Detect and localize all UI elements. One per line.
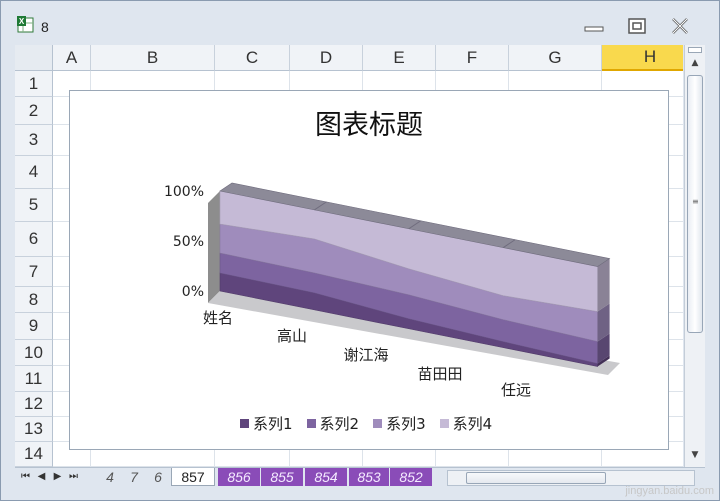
column-header-e[interactable]: E: [363, 45, 436, 71]
title-bar: X 8: [1, 1, 719, 43]
category-label: 任远: [501, 381, 531, 399]
split-box[interactable]: [688, 47, 702, 53]
restore-icon: [628, 18, 646, 34]
sheet-tab[interactable]: 854: [305, 468, 347, 486]
excel-icon[interactable]: X: [17, 16, 35, 34]
category-label: 姓名: [203, 309, 233, 327]
row-header-13[interactable]: 13: [15, 417, 53, 442]
minimize-button[interactable]: [579, 13, 609, 39]
minimize-icon: [584, 26, 604, 32]
row-header-4[interactable]: 4: [15, 156, 53, 189]
legend-swatch: [373, 419, 383, 428]
legend-label: 系列4: [452, 415, 493, 433]
category-label: 谢江海: [343, 346, 388, 364]
next-sheet-icon[interactable]: ▶: [51, 471, 64, 482]
last-sheet-icon[interactable]: ⏭: [67, 471, 80, 482]
vertical-scrollbar[interactable]: ▲ ≡ ▼: [684, 45, 705, 467]
row-header-2[interactable]: 2: [15, 97, 53, 125]
scroll-down-arrow-icon[interactable]: ▼: [688, 449, 702, 461]
column-header-d[interactable]: D: [290, 45, 363, 71]
row-header-3[interactable]: 3: [15, 125, 53, 156]
chart-plot[interactable]: 0% 50% 100% 姓名高山谢江海苗田田任远: [70, 91, 670, 411]
y-tick-label: 0%: [182, 284, 204, 300]
chart-legend[interactable]: 系列1 系列2 系列3 系列4: [240, 413, 492, 434]
row-header-5[interactable]: 5: [15, 189, 53, 222]
first-sheet-icon[interactable]: ⏮: [19, 471, 32, 482]
legend-item[interactable]: 系列3: [373, 413, 426, 434]
sheet-tab[interactable]: 4: [99, 468, 121, 486]
side-wall: [208, 191, 220, 303]
row-header-1[interactable]: 1: [15, 71, 53, 97]
row-header-6[interactable]: 6: [15, 222, 53, 257]
legend-swatch: [240, 419, 249, 428]
column-header-g[interactable]: G: [509, 45, 602, 71]
sheet-tab[interactable]: 855: [261, 468, 303, 486]
row-header-8[interactable]: 8: [15, 287, 53, 313]
row-header-12[interactable]: 12: [15, 392, 53, 417]
column-header-h[interactable]: H: [602, 45, 683, 71]
legend-swatch: [439, 419, 449, 428]
legend-item[interactable]: 系列4: [439, 413, 493, 434]
close-button[interactable]: [665, 13, 695, 39]
select-all-corner[interactable]: [15, 45, 53, 71]
row-header-10[interactable]: 10: [15, 340, 53, 366]
row-header-7[interactable]: 7: [15, 257, 53, 287]
sheet-tab[interactable]: 853: [349, 468, 389, 486]
sheet-tab[interactable]: 852: [390, 468, 432, 486]
row-header-14[interactable]: 14: [15, 442, 53, 467]
restore-button[interactable]: [622, 13, 652, 39]
column-header-c[interactable]: C: [215, 45, 290, 71]
watermark: jingyan.baidu.com: [625, 485, 714, 497]
legend-label: 系列1: [253, 415, 293, 433]
sheet-tab[interactable]: 856: [218, 468, 260, 486]
close-icon: [672, 18, 688, 34]
sheet-tab[interactable]: 6: [147, 468, 169, 486]
legend-item[interactable]: 系列1: [240, 413, 293, 434]
y-tick-label: 50%: [173, 234, 204, 250]
vertical-scroll-thumb[interactable]: ≡: [687, 75, 703, 333]
legend-label: 系列3: [386, 415, 426, 433]
y-tick-label: 100%: [164, 184, 204, 200]
sheet-tab-bar: ⏮ ◀ ▶ ⏭ 4 7 6 857 856 855 854 853 852: [15, 467, 705, 488]
legend-swatch: [306, 419, 316, 428]
category-label: 苗田田: [417, 365, 462, 383]
legend-label: 系列2: [319, 415, 360, 433]
sheet-tab[interactable]: 857: [171, 468, 215, 486]
horizontal-scroll-thumb[interactable]: [466, 472, 606, 484]
grip-icon: ≡: [692, 197, 699, 206]
column-header-f[interactable]: F: [436, 45, 509, 71]
column-header-a[interactable]: A: [53, 45, 91, 71]
sheet-tab[interactable]: 7: [123, 468, 145, 486]
scroll-up-arrow-icon[interactable]: ▲: [688, 57, 702, 69]
category-label: 高山: [277, 327, 307, 345]
legend-item[interactable]: 系列2: [306, 413, 360, 434]
column-header-b[interactable]: B: [91, 45, 215, 71]
horizontal-scrollbar[interactable]: [447, 470, 695, 486]
chart-area[interactable]: 图表标题 0% 50% 100% 姓名 高山 谢江海 苗田田 任远 系列1 系列2 系列3 系列4: [69, 90, 669, 450]
svg-text:X: X: [19, 17, 25, 26]
area-cap-series-4: [597, 258, 610, 312]
prev-sheet-icon[interactable]: ◀: [35, 471, 48, 482]
row-header-9[interactable]: 9: [15, 313, 53, 340]
row-header-11[interactable]: 11: [15, 366, 53, 392]
window-title: 8: [41, 19, 49, 35]
